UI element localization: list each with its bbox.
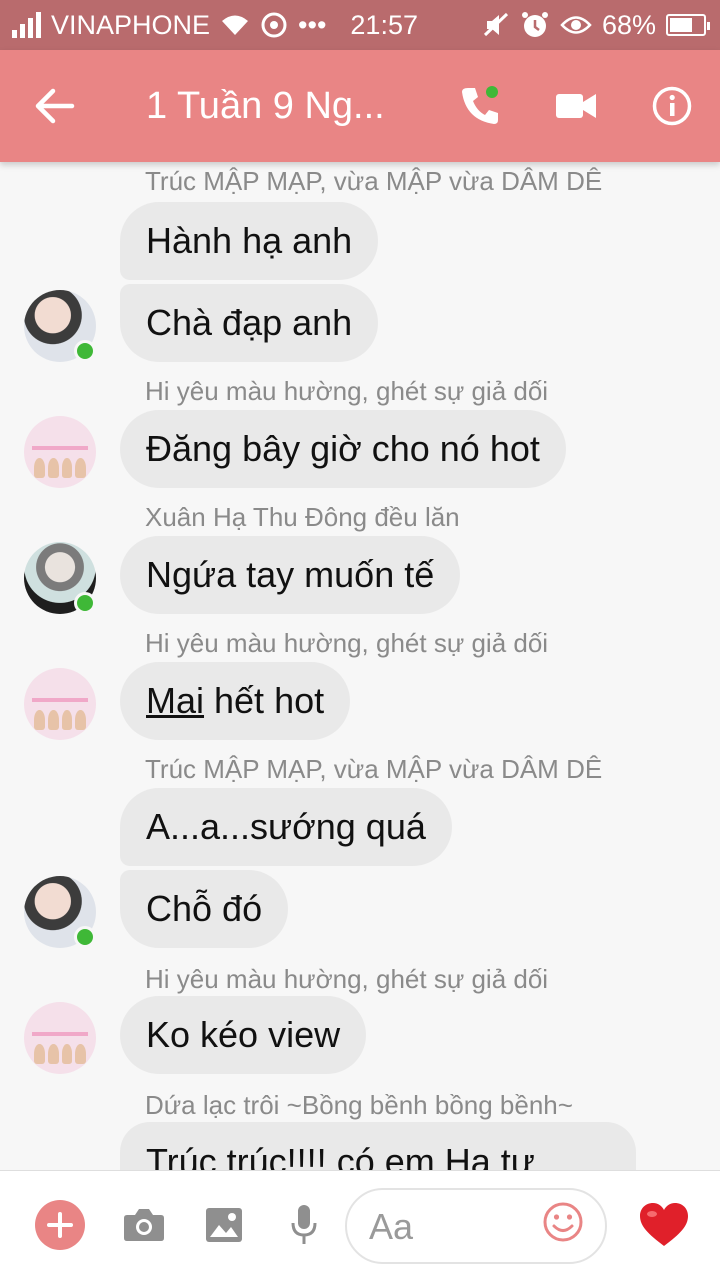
signal-icon: [12, 12, 41, 38]
conversation-title[interactable]: 1 Tuần 9 Ng...: [146, 85, 432, 128]
voice-call-button[interactable]: [432, 50, 528, 162]
phone-icon: [462, 86, 498, 124]
avatar[interactable]: [24, 290, 96, 362]
image-icon: [206, 1208, 242, 1242]
sender-name: Hi yêu màu hường, ghét sự giả dối: [145, 964, 549, 994]
online-indicator: [74, 592, 96, 614]
status-bar: VINAPHONE ••• 21:57 68%: [0, 0, 720, 50]
clock: 21:57: [350, 9, 418, 40]
info-button[interactable]: [624, 50, 720, 162]
message-text: hết hot: [204, 680, 325, 721]
wifi-icon: [220, 13, 250, 37]
message-bubble[interactable]: Chà đạp anh: [120, 284, 379, 362]
microphone-icon: [291, 1205, 317, 1244]
sender-name: Trúc MẬP MẠP, vừa MẬP vừa DÂM DÊ: [145, 754, 603, 784]
send-heart-button[interactable]: [632, 1193, 696, 1257]
message-list[interactable]: Trúc MẬP MẠP, vừa MẬP vừa DÂM DÊ Hành hạ…: [0, 162, 720, 1170]
message-bubble[interactable]: A...a...sướng quá: [120, 788, 452, 866]
eye-icon: [560, 14, 592, 36]
heart-icon: [640, 1203, 688, 1246]
avatar[interactable]: [24, 876, 96, 948]
sender-name: Xuân Hạ Thu Đông đều lăn: [145, 502, 460, 532]
message-bubble[interactable]: Trúc trúc!!!! có em Hạ tự: [120, 1122, 636, 1170]
message-input[interactable]: [369, 1200, 549, 1254]
online-indicator: [74, 926, 96, 948]
message-bubble[interactable]: Ko kéo view: [120, 996, 367, 1074]
message-input-wrapper: [345, 1188, 607, 1264]
sender-name: Hi yêu màu hường, ghét sự giả dối: [145, 628, 549, 658]
battery-percent: 68%: [601, 9, 656, 40]
more-actions-button[interactable]: [28, 1193, 92, 1257]
conversation-header: 1 Tuần 9 Ng...: [0, 50, 720, 162]
avatar[interactable]: [24, 1002, 96, 1074]
voice-message-button[interactable]: [272, 1193, 336, 1257]
back-button[interactable]: [0, 50, 110, 162]
sender-name: Hi yêu màu hường, ghét sự giả dối: [145, 376, 549, 406]
smiley-icon: [543, 1202, 583, 1242]
message-bubble[interactable]: Chỗ đó: [120, 870, 289, 948]
carrier-name: VINAPHONE: [51, 9, 211, 40]
alarm-icon: [520, 10, 550, 40]
message-bubble[interactable]: Mai hết hot: [120, 662, 351, 740]
message-bubble[interactable]: Đăng bây giờ cho nó hot: [120, 410, 566, 488]
video-call-button[interactable]: [528, 50, 624, 162]
info-icon: [652, 86, 692, 126]
underlined-word[interactable]: Mai: [146, 680, 204, 721]
message-bubble[interactable]: Ngứa tay muốn tế: [120, 536, 461, 614]
video-camera-icon: [556, 94, 596, 118]
plus-icon: [47, 1212, 73, 1238]
avatar[interactable]: [24, 668, 96, 740]
back-arrow-icon: [35, 88, 75, 124]
online-indicator: [74, 340, 96, 362]
camera-icon: [124, 1209, 164, 1241]
vpn-icon: [260, 11, 288, 39]
gallery-button[interactable]: [192, 1193, 256, 1257]
composer-bar: [0, 1170, 720, 1280]
sender-name: Dứa lạc trôi ~Bồng bềnh bồng bềnh~: [145, 1090, 573, 1120]
message-bubble[interactable]: Hành hạ anh: [120, 202, 379, 280]
camera-button[interactable]: [112, 1193, 176, 1257]
avatar[interactable]: [24, 416, 96, 488]
emoji-button[interactable]: [543, 1202, 593, 1252]
mute-icon: [482, 11, 510, 39]
more-notifications: •••: [298, 9, 327, 40]
avatar[interactable]: [24, 542, 96, 614]
battery-icon: [666, 14, 710, 36]
sender-name: Trúc MẬP MẠP, vừa MẬP vừa DÂM DÊ: [145, 166, 603, 196]
